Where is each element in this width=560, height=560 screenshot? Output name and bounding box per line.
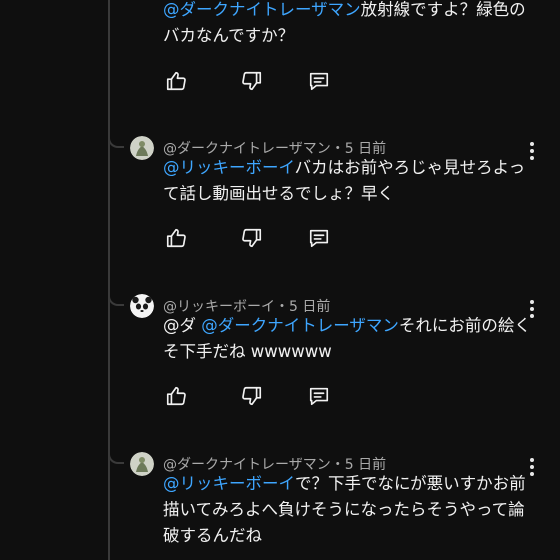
comment-reply: @ダークナイトレーザマン・5 日前 @リッキーボーイバカはお前やろじゃ見せろよっ…	[108, 128, 560, 278]
thread-connector	[108, 128, 124, 148]
thread-connector	[108, 286, 124, 306]
reply-comment-icon	[309, 229, 329, 248]
reply-comment-icon	[309, 387, 329, 406]
avatar[interactable]	[130, 294, 154, 318]
thread-connector	[108, 444, 124, 464]
thumbs-down-icon	[242, 228, 262, 248]
comment-text: @ダ @ダークナイトレーザマンそれにお前の絵くそ下手だね wwwwww	[163, 316, 531, 361]
reply-button[interactable]	[306, 383, 332, 409]
comment-text: @リッキーボーイで？下手でなにが悪いすかお前描いてみろよへ負けそうになったらそう…	[163, 474, 526, 545]
reply-comment-icon	[309, 72, 329, 91]
thumbs-up-icon	[166, 228, 186, 248]
mention-link[interactable]: @リッキーボーイ	[163, 158, 295, 177]
thumbs-down-icon	[242, 386, 262, 406]
comment-reply: @ダークナイトレーザマン・5 日前 @リッキーボーイで？下手でなにが悪いすかお前…	[108, 444, 560, 560]
thumbs-up-icon	[166, 71, 186, 91]
comment-text: @リッキーボーイバカはお前やろじゃ見せろよって話し動画出せるでしょ？早く	[163, 158, 526, 203]
mention-link[interactable]: @ダークナイトレーザマン	[201, 316, 399, 335]
dislike-button[interactable]	[239, 68, 265, 94]
thumbs-down-icon	[242, 71, 262, 91]
like-button[interactable]	[163, 383, 189, 409]
like-button[interactable]	[163, 225, 189, 251]
dislike-button[interactable]	[239, 225, 265, 251]
mention-link[interactable]: @ダークナイトレーザマン	[163, 0, 361, 19]
reply-button[interactable]	[306, 68, 332, 94]
like-button[interactable]	[163, 68, 189, 94]
dislike-button[interactable]	[239, 383, 265, 409]
mention-link[interactable]: @リッキーボーイ	[163, 474, 295, 493]
comment-reply: @リッキーボーイ・5 日前 @ダ @ダークナイトレーザマンそれにお前の絵くそ下手…	[108, 286, 560, 436]
reply-button[interactable]	[306, 225, 332, 251]
avatar[interactable]	[130, 136, 154, 160]
comment-reply: @ダークナイトレーザマン放射線ですよ？緑色のバカなんですか？	[108, 0, 560, 110]
avatar[interactable]	[130, 452, 154, 476]
thumbs-up-icon	[166, 386, 186, 406]
comment-text: @ダークナイトレーザマン放射線ですよ？緑色のバカなんですか？	[163, 0, 526, 45]
